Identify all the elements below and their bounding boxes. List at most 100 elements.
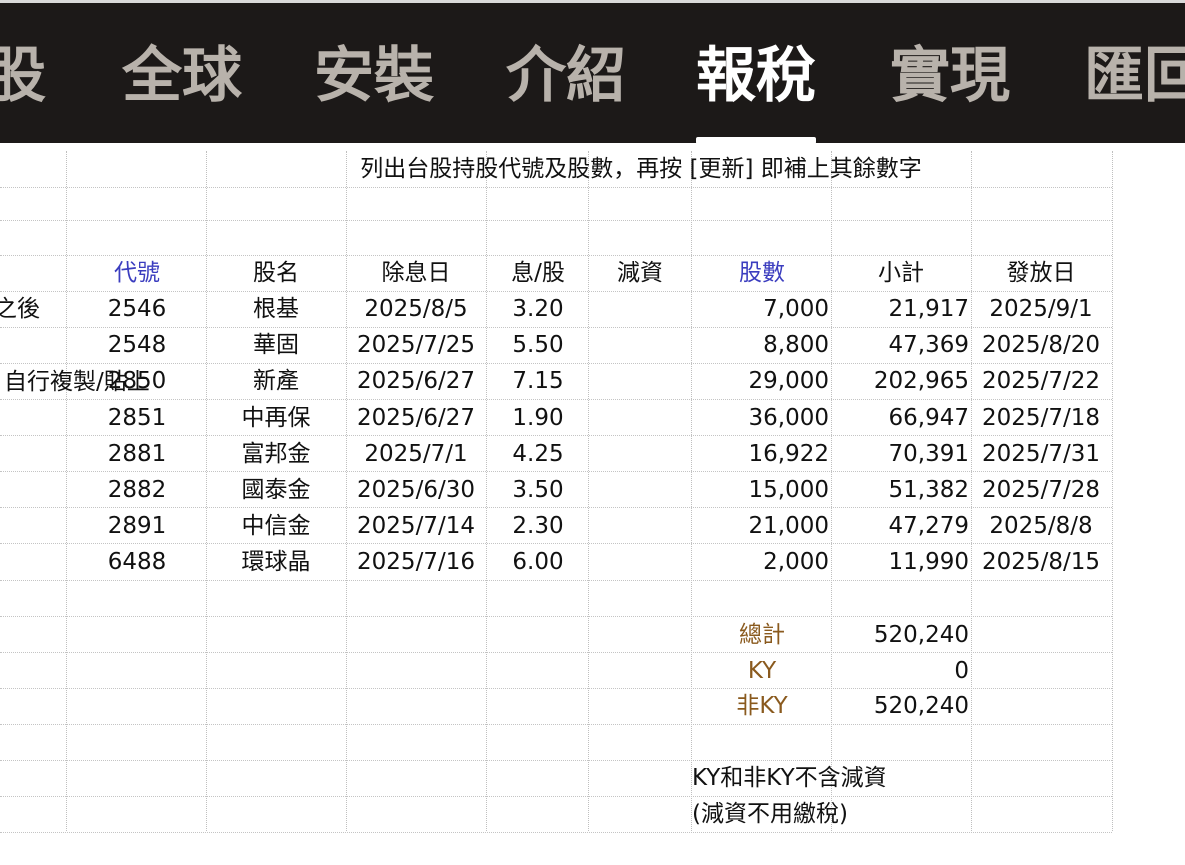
cell-dividend: 4.25 [512, 440, 564, 467]
cell-dividend: 1.90 [512, 404, 564, 431]
grid-row-line [0, 220, 1112, 221]
grid-row-line [0, 327, 1112, 328]
cell-code: 2548 [107, 332, 167, 359]
cell-dividend: 6.00 [512, 549, 564, 576]
cell-stock-name: 國泰金 [241, 477, 311, 503]
tab-install[interactable]: 安裝 [314, 41, 434, 111]
top-tab-bar: 股 全球 安裝 介紹 報稅 實現 匯回 [0, 0, 1185, 143]
cell-stock-name: 新產 [253, 368, 299, 395]
tab-intro[interactable]: 介紹 [506, 41, 626, 111]
cell-subtotal: 51,382 [888, 477, 969, 503]
cell-ex-date: 2025/7/16 [357, 549, 475, 576]
cell-code: 2850 [107, 368, 167, 395]
cell-ex-date: 2025/8/5 [364, 296, 468, 322]
grid-row-line [0, 688, 1112, 689]
grid-row-line [0, 580, 1112, 581]
header-capital-reduction: 減資 [617, 260, 663, 286]
grid-row-line [0, 616, 1112, 617]
cell-ex-date: 2025/7/1 [364, 440, 468, 467]
grid-row-line [0, 291, 1112, 292]
cell-subtotal: 47,279 [888, 513, 969, 540]
cell-subtotal: 21,917 [888, 296, 969, 322]
grid-column-line [691, 151, 692, 831]
cell-code: 2891 [107, 513, 167, 540]
grid-row-line [0, 796, 1112, 797]
instruction-text: 列出台股持股代號及股數，再按 [更新] 即補上其餘數字 [360, 156, 922, 182]
cell-ex-date: 2025/6/30 [357, 477, 475, 503]
non-ky-value: 520,240 [873, 693, 969, 719]
cell-stock-name: 富邦金 [241, 440, 311, 467]
cell-stock-name: 根基 [253, 296, 299, 322]
cell-dividend: 5.50 [512, 332, 564, 359]
cell-stock-name: 中再保 [241, 404, 311, 431]
cell-shares: 8,800 [763, 332, 829, 359]
non-ky-label: 非KY [736, 693, 788, 719]
cell-pay-date: 2025/7/31 [982, 440, 1100, 467]
cell-dividend: 3.20 [512, 296, 564, 322]
cell-shares: 7,000 [763, 296, 829, 322]
cell-shares: 29,000 [748, 368, 829, 395]
cell-stock-name: 中信金 [241, 513, 311, 540]
cell-pay-date: 2025/7/18 [982, 404, 1100, 431]
cell-subtotal: 66,947 [888, 404, 969, 431]
grid-row-line [0, 363, 1112, 364]
grid-column-line [588, 151, 589, 831]
cell-subtotal: 70,391 [888, 440, 969, 467]
side-label-after: 之後 [0, 296, 40, 322]
cell-subtotal: 47,369 [888, 332, 969, 359]
cell-code: 2851 [107, 404, 167, 431]
cell-stock-name: 華固 [253, 332, 299, 359]
cell-code: 2881 [107, 440, 167, 467]
grid-row-line [0, 760, 1112, 761]
cell-stock-name: 環球晶 [241, 549, 311, 576]
cell-shares: 16,922 [748, 440, 829, 467]
cell-subtotal: 11,990 [888, 549, 969, 576]
cell-shares: 36,000 [748, 404, 829, 431]
note-line-1: KY和非KY不含減資 [692, 765, 887, 791]
grid-row-line [0, 724, 1112, 725]
cell-code: 2882 [107, 477, 167, 503]
header-dividend: 息/股 [511, 260, 565, 286]
total-label: 總計 [739, 622, 785, 648]
cell-ex-date: 2025/7/25 [357, 332, 475, 359]
cell-pay-date: 2025/7/28 [982, 477, 1100, 503]
grid-row-line [0, 507, 1112, 508]
header-ex-date: 除息日 [381, 260, 451, 286]
grid-column-line [66, 151, 67, 831]
grid-column-line [971, 151, 972, 831]
spreadsheet-grid: 列出台股持股代號及股數，再按 [更新] 即補上其餘數字 之後 自行複製/貼上 代… [0, 143, 1185, 865]
tab-realized[interactable]: 實現 [890, 41, 1010, 111]
cell-shares: 21,000 [748, 513, 829, 540]
ky-label: KY [747, 658, 777, 684]
tab-global[interactable]: 全球 [122, 41, 242, 111]
cell-dividend: 7.15 [512, 368, 564, 395]
cell-dividend: 3.50 [512, 477, 564, 503]
tab-remit[interactable]: 匯回 [1084, 41, 1185, 111]
ky-value: 0 [954, 658, 969, 684]
grid-column-line [206, 151, 207, 831]
tab-stocks[interactable]: 股 [0, 41, 46, 111]
header-pay-date: 發放日 [1006, 260, 1076, 286]
grid-column-line [486, 151, 487, 831]
grid-row-line [0, 832, 1112, 833]
grid-column-line [346, 151, 347, 831]
grid-row-line [0, 435, 1112, 436]
grid-row-line [0, 543, 1112, 544]
cell-code: 6488 [107, 549, 167, 576]
grid-row-line [0, 187, 1112, 188]
cell-ex-date: 2025/6/27 [357, 368, 475, 395]
cell-shares: 2,000 [763, 549, 829, 576]
grid-row-line [0, 255, 1112, 256]
header-subtotal: 小計 [878, 260, 924, 286]
total-value: 520,240 [873, 622, 969, 648]
grid-row-line [0, 471, 1112, 472]
cell-pay-date: 2025/9/1 [989, 296, 1093, 322]
cell-code: 2546 [107, 296, 167, 322]
cell-pay-date: 2025/7/22 [982, 368, 1100, 395]
header-shares: 股數 [739, 260, 785, 286]
grid-row-line [0, 399, 1112, 400]
cell-ex-date: 2025/6/27 [357, 404, 475, 431]
cell-shares: 15,000 [748, 477, 829, 503]
tab-tax-report[interactable]: 報稅 [696, 41, 816, 111]
cell-ex-date: 2025/7/14 [357, 513, 475, 540]
